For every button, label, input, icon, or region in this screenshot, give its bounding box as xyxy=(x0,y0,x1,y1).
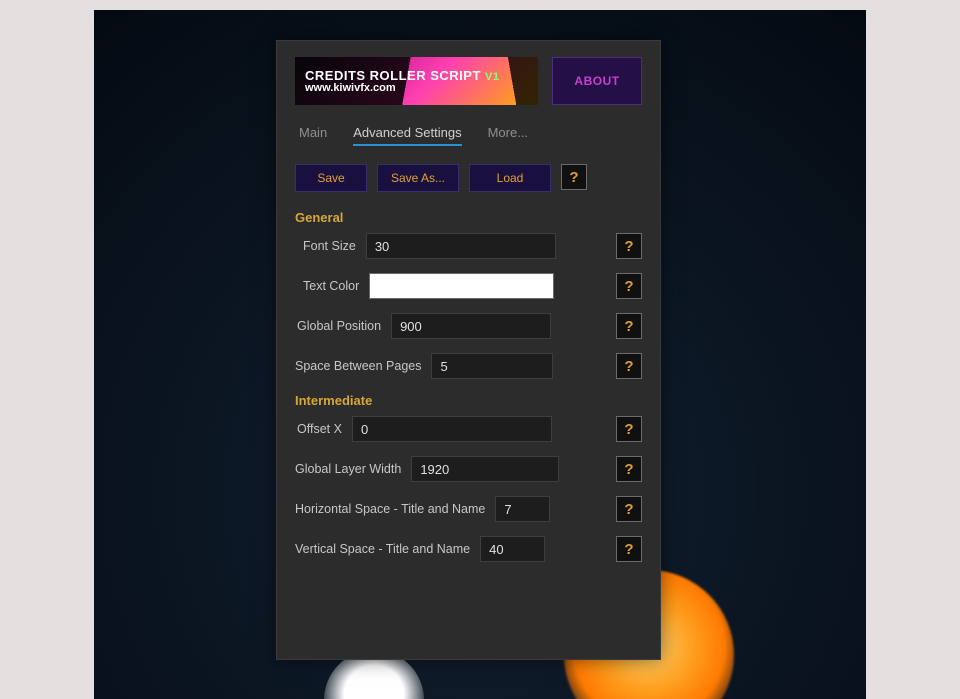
offset-x-input[interactable] xyxy=(352,416,552,442)
product-logo: CREDITS ROLLER SCRIPT v1 www.kiwivfx.com xyxy=(295,57,538,105)
font-size-input[interactable] xyxy=(366,233,556,259)
global-layer-width-label: Global Layer Width xyxy=(295,462,401,476)
action-toolbar: Save Save As... Load ? xyxy=(295,164,642,192)
tab-main[interactable]: Main xyxy=(299,125,327,146)
toolbar-help-button[interactable]: ? xyxy=(561,164,587,190)
save-button[interactable]: Save xyxy=(295,164,367,192)
space-between-pages-label: Space Between Pages xyxy=(295,359,421,373)
product-title: CREDITS ROLLER SCRIPT xyxy=(305,68,481,83)
vertical-space-input[interactable] xyxy=(480,536,545,562)
about-button[interactable]: ABOUT xyxy=(552,57,642,105)
global-layer-width-help-button[interactable]: ? xyxy=(616,456,642,482)
vertical-space-help-button[interactable]: ? xyxy=(616,536,642,562)
save-as-button[interactable]: Save As... xyxy=(377,164,459,192)
text-color-help-button[interactable]: ? xyxy=(616,273,642,299)
tab-advanced-settings[interactable]: Advanced Settings xyxy=(353,125,461,146)
text-color-swatch[interactable] xyxy=(369,273,554,299)
horizontal-space-label: Horizontal Space - Title and Name xyxy=(295,502,485,516)
global-position-help-button[interactable]: ? xyxy=(616,313,642,339)
section-title-general: General xyxy=(295,210,642,225)
font-size-label: Font Size xyxy=(303,239,356,253)
offset-x-help-button[interactable]: ? xyxy=(616,416,642,442)
tab-bar: Main Advanced Settings More... xyxy=(295,123,642,154)
section-title-intermediate: Intermediate xyxy=(295,393,642,408)
horizontal-space-help-button[interactable]: ? xyxy=(616,496,642,522)
space-between-pages-help-button[interactable]: ? xyxy=(616,353,642,379)
settings-panel: CREDITS ROLLER SCRIPT v1 www.kiwivfx.com… xyxy=(276,40,661,660)
global-layer-width-input[interactable] xyxy=(411,456,559,482)
product-site: www.kiwivfx.com xyxy=(305,82,528,94)
load-button[interactable]: Load xyxy=(469,164,551,192)
vertical-space-label: Vertical Space - Title and Name xyxy=(295,542,470,556)
background-stage: CREDITS ROLLER SCRIPT v1 www.kiwivfx.com… xyxy=(94,10,866,699)
space-between-pages-input[interactable] xyxy=(431,353,553,379)
global-position-label: Global Position xyxy=(297,319,381,333)
font-size-help-button[interactable]: ? xyxy=(616,233,642,259)
global-position-input[interactable] xyxy=(391,313,551,339)
offset-x-label: Offset X xyxy=(297,422,342,436)
tab-more[interactable]: More... xyxy=(488,125,528,146)
text-color-label: Text Color xyxy=(303,279,359,293)
horizontal-space-input[interactable] xyxy=(495,496,550,522)
